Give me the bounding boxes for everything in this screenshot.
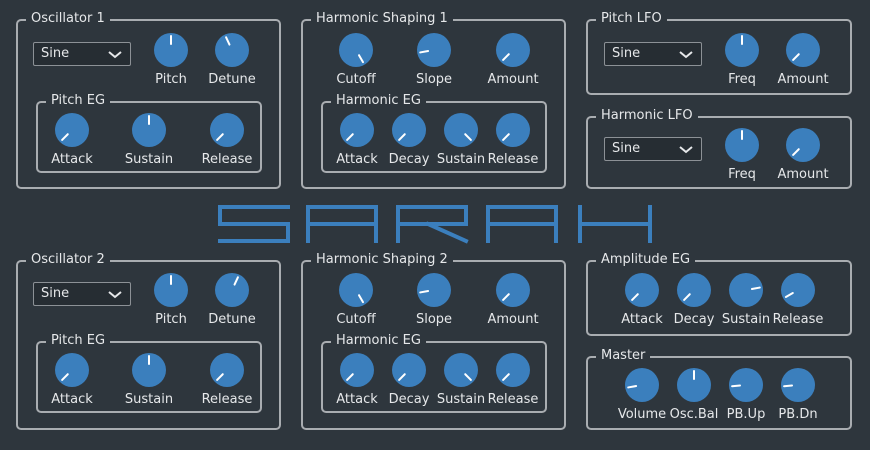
osc1-eg-attack-knob[interactable]: Attack: [51, 113, 93, 167]
master-osc-bal-knob[interactable]: Osc.Bal: [670, 368, 718, 422]
hs2-slope-knob[interactable]: Slope: [414, 273, 454, 327]
osc1-eg-release-knob[interactable]: Release: [202, 113, 252, 167]
oscillator-1-title: Oscillator 1: [26, 11, 110, 27]
osc1-pitch-label: Pitch: [155, 72, 187, 87]
osc1-eg-release-label: Release: [201, 152, 253, 167]
osc2-waveform-value: Sine: [41, 286, 70, 301]
master-volume-knob[interactable]: Volume: [618, 368, 666, 422]
hs2-eg-decay-label: Decay: [388, 392, 430, 407]
hs2-eg-release-knob[interactable]: Release: [488, 353, 538, 407]
amp-eg-decay-label: Decay: [673, 312, 715, 327]
oscillator-2-title: Oscillator 2: [26, 252, 110, 268]
hs1-eg-release-label: Release: [487, 152, 539, 167]
osc2-eg-sustain-label: Sustain: [124, 392, 174, 407]
master-title: Master: [596, 348, 651, 364]
osc1-pitch-knob[interactable]: Pitch: [151, 33, 191, 87]
master-pb-up-label: PB.Up: [726, 407, 766, 422]
master-pb-up-knob[interactable]: PB.Up: [726, 368, 766, 422]
osc2-eg-release-label: Release: [201, 392, 253, 407]
hs1-harmonic-eg-title: Harmonic EG: [331, 93, 426, 109]
osc1-detune-knob[interactable]: Detune: [208, 33, 256, 87]
harmonic-shaping-2-title: Harmonic Shaping 2: [311, 252, 453, 268]
hs1-eg-attack-label: Attack: [336, 152, 378, 167]
osc2-detune-label: Detune: [208, 312, 256, 327]
amp-eg-sustain-knob[interactable]: Sustain: [722, 273, 770, 327]
amp-eg-release-knob[interactable]: Release: [773, 273, 823, 327]
hs1-slope-knob[interactable]: Slope: [414, 33, 454, 87]
hs2-amount-label: Amount: [487, 312, 539, 327]
hs2-cutoff-label: Cutoff: [336, 312, 376, 327]
harmonic-lfo-waveform-select[interactable]: Sine: [604, 137, 702, 161]
master-volume-label: Volume: [617, 407, 667, 422]
hs1-cutoff-knob[interactable]: Cutoff: [336, 33, 376, 87]
amp-eg-decay-knob[interactable]: Decay: [674, 273, 714, 327]
harmonic-lfo-waveform-value: Sine: [612, 141, 641, 156]
hs2-eg-sustain-knob[interactable]: Sustain: [437, 353, 485, 407]
hs1-eg-decay-label: Decay: [388, 152, 430, 167]
amp-eg-sustain-label: Sustain: [721, 312, 771, 327]
osc2-pitch-knob[interactable]: Pitch: [151, 273, 191, 327]
hs1-eg-release-knob[interactable]: Release: [488, 113, 538, 167]
harmonic-lfo-amount-knob[interactable]: Amount: [777, 128, 829, 182]
pitch-lfo-freq-label: Freq: [728, 72, 756, 87]
osc2-eg-attack-knob[interactable]: Attack: [51, 353, 93, 407]
pitch-lfo-amount-label: Amount: [777, 72, 829, 87]
hs1-eg-sustain-knob[interactable]: Sustain: [437, 113, 485, 167]
osc2-eg-attack-label: Attack: [51, 392, 93, 407]
hs1-eg-attack-knob[interactable]: Attack: [336, 113, 378, 167]
pitch-lfo-waveform-select[interactable]: Sine: [604, 42, 702, 66]
hs2-eg-sustain-label: Sustain: [436, 392, 486, 407]
sarah-logo: [218, 205, 652, 244]
hs2-eg-release-label: Release: [487, 392, 539, 407]
chevron-down-icon: [108, 51, 122, 59]
hs1-amount-knob[interactable]: Amount: [487, 33, 539, 87]
hs2-harmonic-eg-title: Harmonic EG: [331, 333, 426, 349]
osc1-waveform-value: Sine: [41, 46, 70, 61]
harmonic-lfo-freq-label: Freq: [728, 167, 756, 182]
osc2-detune-knob[interactable]: Detune: [208, 273, 256, 327]
pitch-lfo-freq-knob[interactable]: Freq: [722, 33, 762, 87]
osc1-eg-sustain-knob[interactable]: Sustain: [125, 113, 173, 167]
master-pb-dn-label: PB.Dn: [778, 407, 818, 422]
hs1-slope-label: Slope: [415, 72, 453, 87]
master-pb-dn-knob[interactable]: PB.Dn: [778, 368, 818, 422]
osc2-eg-release-knob[interactable]: Release: [202, 353, 252, 407]
hs2-amount-knob[interactable]: Amount: [487, 273, 539, 327]
pitch-lfo-waveform-value: Sine: [612, 46, 641, 61]
chevron-down-icon: [108, 291, 122, 299]
hs1-eg-decay-knob[interactable]: Decay: [389, 113, 429, 167]
pitch-lfo-amount-knob[interactable]: Amount: [777, 33, 829, 87]
master-osc-bal-label: Osc.Bal: [669, 407, 719, 422]
hs1-amount-label: Amount: [487, 72, 539, 87]
chevron-down-icon: [679, 51, 693, 59]
hs2-cutoff-knob[interactable]: Cutoff: [336, 273, 376, 327]
harmonic-lfo-amount-label: Amount: [777, 167, 829, 182]
osc1-eg-attack-label: Attack: [51, 152, 93, 167]
amplitude-eg-title: Amplitude EG: [596, 252, 696, 268]
osc2-waveform-select[interactable]: Sine: [33, 282, 131, 306]
osc1-eg-sustain-label: Sustain: [124, 152, 174, 167]
osc2-pitch-label: Pitch: [155, 312, 187, 327]
hs1-eg-sustain-label: Sustain: [436, 152, 486, 167]
hs2-eg-attack-knob[interactable]: Attack: [336, 353, 378, 407]
amp-eg-release-label: Release: [772, 312, 824, 327]
hs2-slope-label: Slope: [415, 312, 453, 327]
hs2-eg-attack-label: Attack: [336, 392, 378, 407]
pitch-lfo-title: Pitch LFO: [596, 11, 667, 27]
amp-eg-attack-knob[interactable]: Attack: [621, 273, 663, 327]
osc2-eg-sustain-knob[interactable]: Sustain: [125, 353, 173, 407]
amp-eg-attack-label: Attack: [621, 312, 663, 327]
osc2-pitch-eg-title: Pitch EG: [46, 333, 111, 349]
chevron-down-icon: [679, 146, 693, 154]
hs1-cutoff-label: Cutoff: [336, 72, 376, 87]
osc1-detune-label: Detune: [208, 72, 256, 87]
osc1-pitch-eg-title: Pitch EG: [46, 93, 111, 109]
osc1-waveform-select[interactable]: Sine: [33, 42, 131, 66]
harmonic-lfo-title: Harmonic LFO: [596, 108, 698, 124]
harmonic-shaping-1-title: Harmonic Shaping 1: [311, 11, 453, 27]
harmonic-lfo-freq-knob[interactable]: Freq: [722, 128, 762, 182]
hs2-eg-decay-knob[interactable]: Decay: [389, 353, 429, 407]
